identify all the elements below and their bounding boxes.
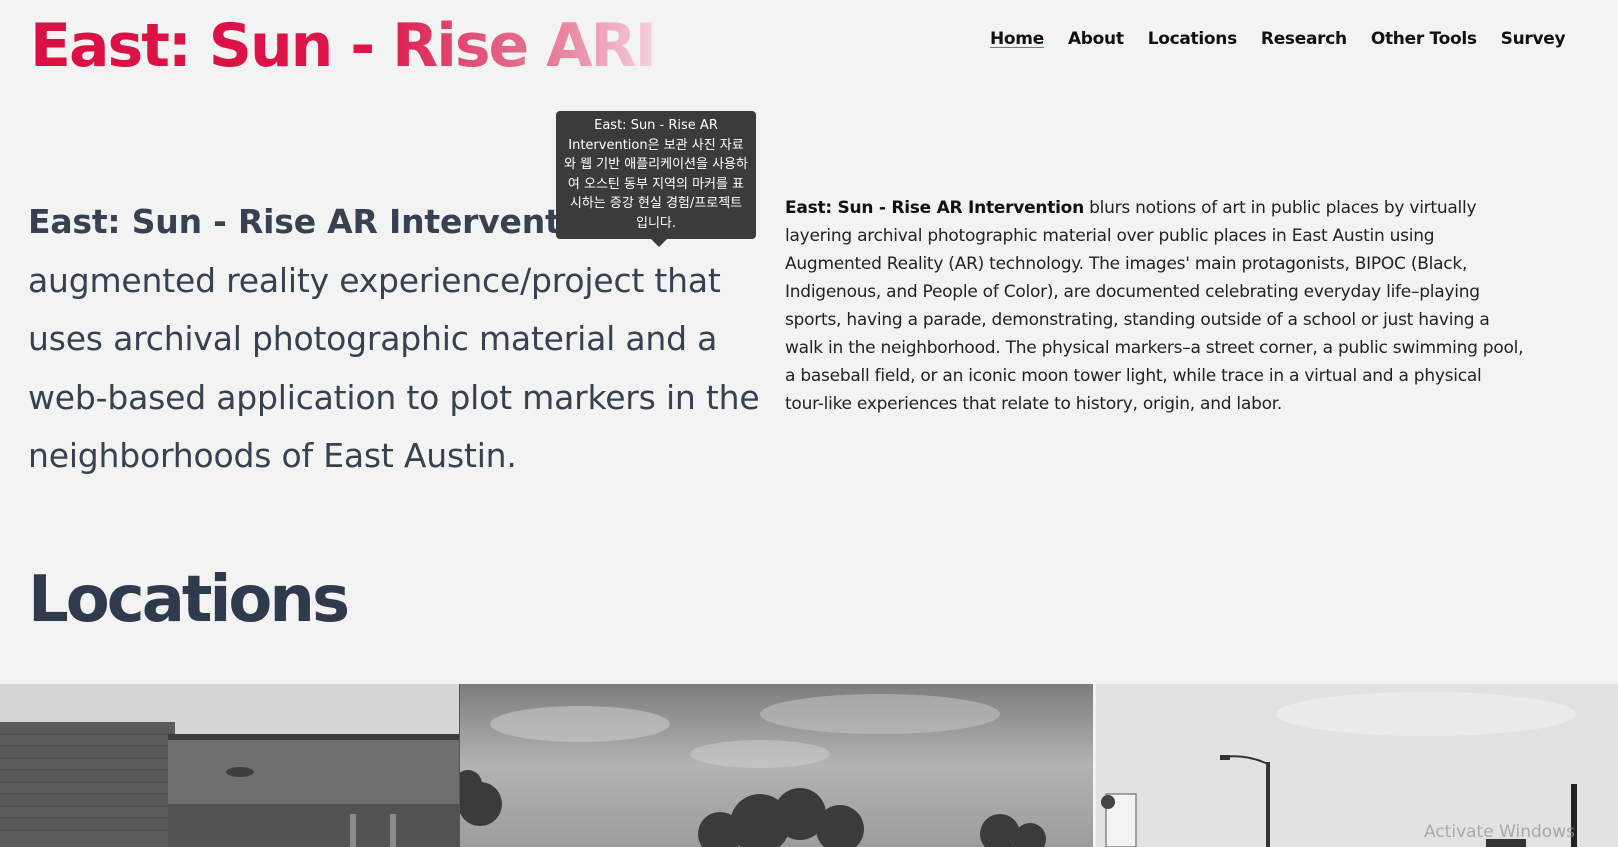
- hero-description: East: Sun - Rise AR Intervention blurs n…: [785, 194, 1525, 418]
- location-photo-park[interactable]: [459, 684, 1093, 847]
- location-photo-building[interactable]: [0, 684, 459, 847]
- locations-heading: Locations: [28, 563, 350, 637]
- nav-home[interactable]: Home: [990, 26, 1044, 52]
- nav-survey[interactable]: Survey: [1501, 26, 1566, 52]
- nav-other-tools[interactable]: Other Tools: [1371, 26, 1477, 52]
- os-activation-watermark: Activate Windows: [1424, 822, 1575, 842]
- main-nav: Home About Locations Research Other Tool…: [990, 26, 1566, 52]
- site-logo[interactable]: East: Sun - Rise ARI: [30, 6, 657, 86]
- nav-about[interactable]: About: [1068, 26, 1124, 52]
- translation-tooltip: East: Sun - Rise AR Intervention은 보관 사진 …: [556, 111, 756, 247]
- hero-description-text: blurs notions of art in public places by…: [785, 198, 1524, 414]
- hero-intro-text: augmented reality experience/project tha…: [28, 260, 760, 476]
- locations-gallery: [0, 684, 1618, 847]
- hero-description-bold: East: Sun - Rise AR Intervention: [785, 198, 1084, 218]
- hero-intro-bold: East: Sun - Rise AR Intervention: [28, 202, 618, 241]
- nav-research[interactable]: Research: [1261, 26, 1347, 52]
- nav-locations[interactable]: Locations: [1148, 26, 1238, 52]
